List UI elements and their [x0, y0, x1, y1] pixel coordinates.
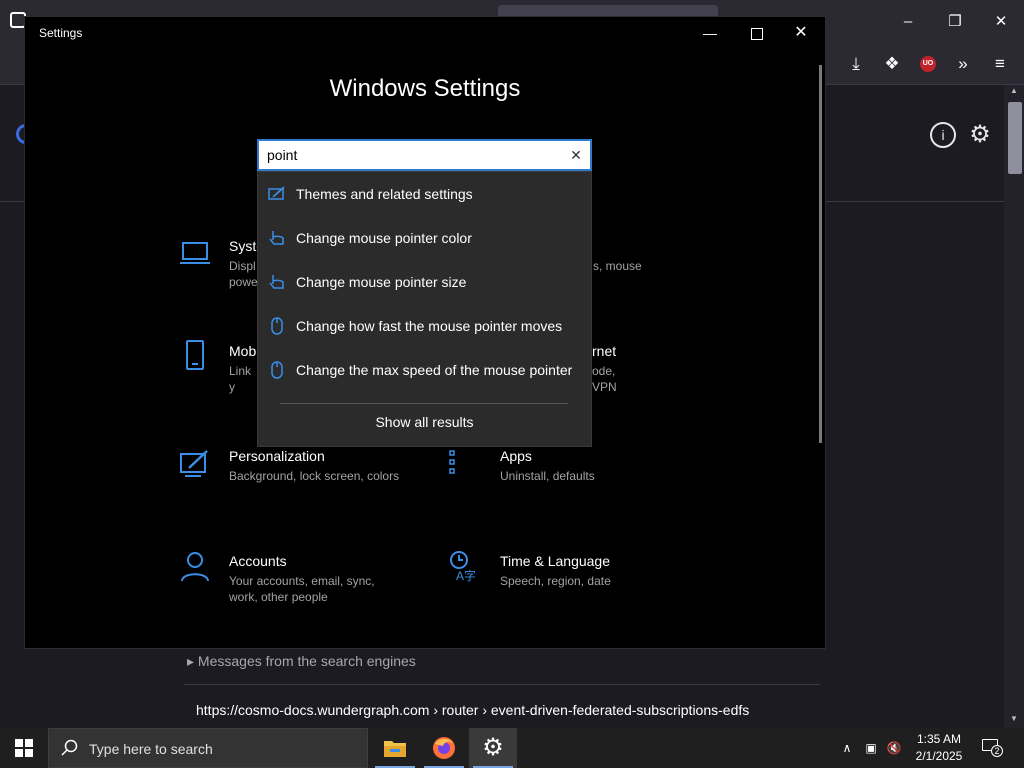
suggestion-item[interactable]: Change how fast the mouse pointer moves: [258, 304, 591, 348]
firefox-icon: [433, 737, 455, 759]
svg-text:A字: A字: [456, 568, 476, 582]
category-subtitle: Your accounts, email, sync, work, other …: [229, 574, 375, 604]
personalization-icon: [180, 450, 208, 477]
maximize-icon[interactable]: [741, 23, 771, 43]
taskbar-settings[interactable]: ⚙: [469, 728, 517, 768]
category-subtitle: s, mouse: [593, 259, 642, 273]
divider: [184, 684, 820, 685]
search-icon: [61, 739, 78, 756]
suggestion-item[interactable]: Change mouse pointer color: [258, 216, 591, 260]
close-icon[interactable]: ✕: [786, 23, 816, 43]
suggestion-label: Themes and related settings: [296, 186, 473, 202]
start-button[interactable]: [0, 728, 48, 768]
category-title: Mob: [229, 343, 257, 359]
suggestion-label: Change the max speed of the mouse pointe…: [296, 362, 573, 378]
page-settings-icon[interactable]: ⚙: [967, 122, 993, 148]
notification-count: 2: [991, 745, 1003, 757]
clear-search-icon[interactable]: ✕: [568, 146, 584, 164]
info-icon[interactable]: i: [930, 122, 956, 148]
category-subtitle: Uninstall, defaults: [500, 469, 595, 483]
page-scroll-thumb[interactable]: [1008, 102, 1022, 174]
search-input[interactable]: [267, 141, 557, 169]
suggestion-item[interactable]: Change the max speed of the mouse pointe…: [258, 348, 591, 392]
taskbar-search-placeholder: Type here to search: [89, 741, 213, 757]
menu-icon[interactable]: ≡: [988, 52, 1012, 76]
suggestion-item[interactable]: Change mouse pointer size: [258, 260, 591, 304]
page-title: Windows Settings: [329, 75, 521, 102]
suggestion-item[interactable]: Themes and related settings: [258, 172, 591, 216]
category-subtitle: Background, lock screen, colors: [229, 469, 400, 483]
network-icon[interactable]: ▣: [861, 738, 881, 758]
pointer-hand-icon: [269, 231, 284, 245]
category-title: Personalization: [229, 448, 325, 464]
category-subtitle: ode, VPN: [592, 364, 617, 394]
scroll-up-icon[interactable]: ▲: [1008, 86, 1020, 98]
apps-list-icon: [449, 450, 455, 474]
volume-muted-icon[interactable]: 🔇: [884, 738, 904, 758]
clock-date: 2/1/2025: [915, 749, 963, 763]
category-subtitle: Displ powe: [229, 259, 258, 289]
minimize-icon[interactable]: —: [695, 23, 725, 43]
show-hidden-icons-chevron[interactable]: ∧: [837, 738, 857, 758]
browser-minimize-icon[interactable]: ‒: [896, 10, 920, 34]
mouse-icon: [271, 361, 283, 379]
category-title: Apps: [500, 448, 532, 464]
messages-from-search-engines[interactable]: ▸ Messages from the search engines: [187, 653, 416, 670]
page-scrollbar[interactable]: [1004, 85, 1024, 728]
taskbar-firefox[interactable]: [420, 728, 468, 768]
person-icon: [181, 552, 209, 582]
scroll-down-icon[interactable]: ▼: [1008, 714, 1020, 726]
settings-search-box[interactable]: ✕: [257, 139, 592, 171]
suggestion-label: Change mouse pointer color: [296, 230, 472, 246]
category-title: Time & Language: [500, 553, 610, 569]
ublock-origin-icon[interactable]: UO: [920, 56, 936, 72]
browser-close-icon[interactable]: ✕: [989, 10, 1013, 34]
category-title: rnet: [592, 343, 617, 359]
settings-window: Settings — ✕ Windows Settings Syste Disp…: [25, 17, 825, 648]
folder-icon: [384, 741, 406, 757]
pointer-hand-icon: [269, 275, 284, 289]
divider: [280, 403, 568, 404]
phone-icon: [186, 340, 204, 370]
window-title: Settings: [39, 26, 83, 40]
category-subtitle: Speech, region, date: [500, 574, 611, 588]
downloads-icon[interactable]: ⤓: [844, 52, 868, 76]
taskbar-search-box[interactable]: Type here to search: [48, 728, 368, 768]
category-subtitle: Link y: [229, 364, 252, 394]
time-language-icon: A字: [450, 551, 476, 582]
notifications-icon[interactable]: 2: [982, 739, 1003, 757]
suggestion-label: Change how fast the mouse pointer moves: [296, 318, 563, 334]
extensions-icon[interactable]: ❖: [880, 52, 904, 76]
themes-icon: [268, 186, 285, 200]
clock-time: 1:35 AM: [916, 732, 962, 746]
mouse-icon: [271, 317, 283, 335]
overflow-chevron-icon[interactable]: »: [951, 52, 975, 76]
tab-list-icon[interactable]: [10, 12, 26, 28]
search-suggestions: Themes and related settings Change mouse…: [257, 171, 592, 447]
windows-logo-icon: [15, 739, 33, 757]
show-all-results-button[interactable]: Show all results: [258, 414, 591, 430]
taskbar-file-explorer[interactable]: [371, 728, 419, 768]
category-title: Accounts: [229, 553, 287, 569]
result-url[interactable]: https://cosmo-docs.wundergraph.com › rou…: [196, 702, 749, 718]
settings-scrollbar[interactable]: [819, 65, 822, 443]
system-clock[interactable]: 1:35 AM 2/1/2025: [910, 731, 968, 765]
suggestion-label: Change mouse pointer size: [296, 274, 467, 290]
laptop-icon: [180, 242, 210, 264]
browser-restore-icon[interactable]: ❐: [943, 10, 967, 34]
settings-gear-icon: ⚙: [482, 734, 504, 761]
taskbar: Type here to search ⚙ ∧ ▣ 🔇 1:35 AM 2/1/…: [0, 728, 1024, 768]
